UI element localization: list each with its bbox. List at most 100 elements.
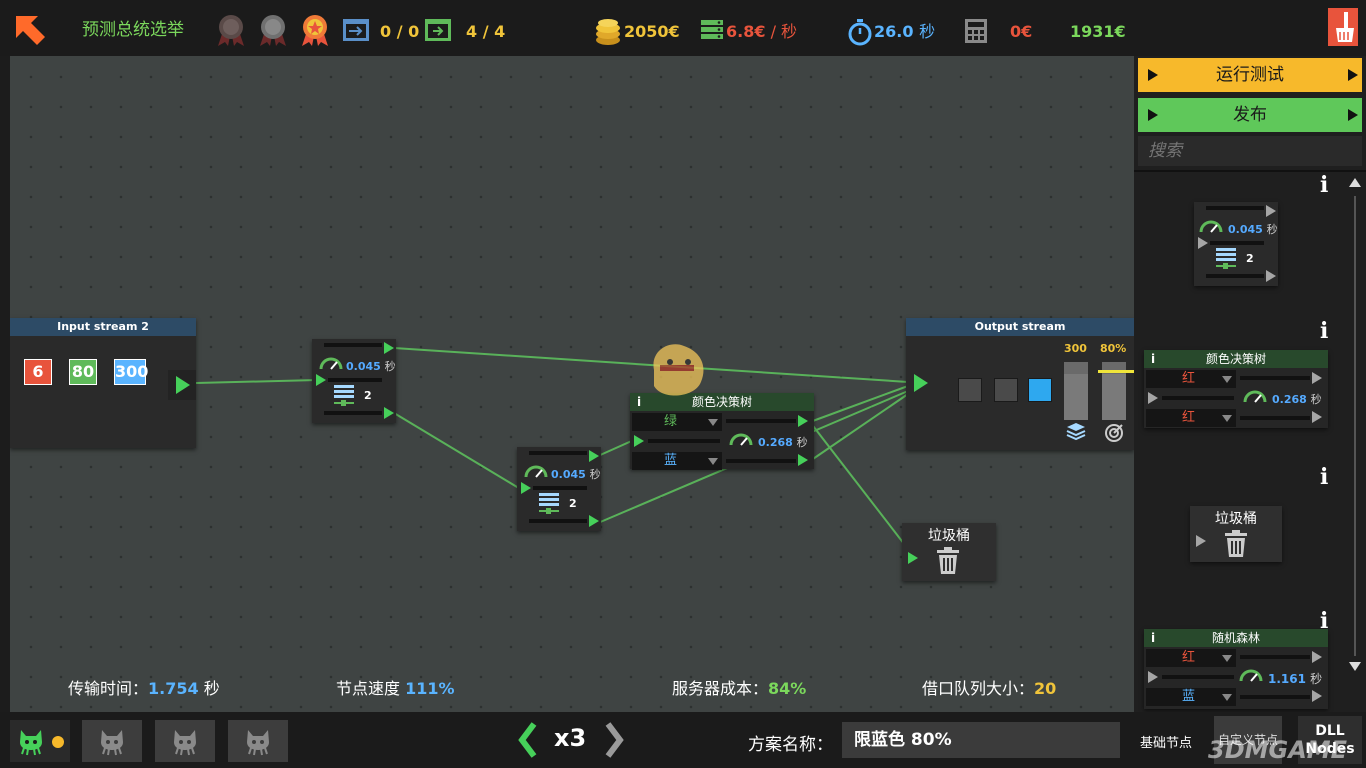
output-port[interactable] xyxy=(798,454,808,466)
capacity-meter-fill xyxy=(1064,373,1088,420)
input-value-green: 80 xyxy=(69,359,97,385)
chevron-right-icon xyxy=(605,722,624,758)
output-port[interactable] xyxy=(384,342,394,354)
input-port[interactable] xyxy=(521,482,531,494)
user-slot[interactable] xyxy=(228,720,288,762)
octocat-icon xyxy=(20,730,42,756)
output-port[interactable] xyxy=(176,376,190,394)
output-stream-node[interactable]: Output stream 300 80% xyxy=(906,318,1134,450)
queue-size-stat: 借口队列大小：20 xyxy=(922,679,1057,698)
time-value: 26.0 秒 xyxy=(874,22,936,41)
list-icon xyxy=(1216,248,1236,274)
output-slot-empty xyxy=(994,378,1018,402)
server-rate-icon xyxy=(700,18,724,46)
play-icon xyxy=(1148,69,1158,81)
calculator-icon xyxy=(964,18,988,48)
gauge-icon xyxy=(1198,218,1224,238)
output-port[interactable] xyxy=(798,415,808,427)
medal-gold-icon xyxy=(298,12,332,46)
library-item-trash[interactable]: 垃圾桶 xyxy=(1190,506,1282,562)
output-port[interactable] xyxy=(589,515,599,527)
bottom-bar: x3 方案名称： 限蓝色 80% 基础节点 自定义节点 DLL Nodes 3D… xyxy=(0,712,1366,768)
chevron-left-icon xyxy=(518,722,537,758)
trash-title: 垃圾桶 xyxy=(928,528,970,544)
accuracy-label: 80% xyxy=(1100,342,1127,355)
node-canvas[interactable]: Input stream 2 6 80 300 0.045 秒 2 0.045 … xyxy=(10,56,1134,712)
input-stream-node[interactable]: Input stream 2 6 80 300 xyxy=(10,318,196,448)
play-icon xyxy=(1348,69,1358,81)
broom-icon xyxy=(1336,12,1354,42)
decision-option-dropdown-1[interactable]: 绿 xyxy=(632,413,722,431)
transfer-time-stat: 传输时间：1.754 秒 xyxy=(68,679,220,698)
scheme-name-input[interactable]: 限蓝色 80% xyxy=(842,722,1120,758)
clear-broom-button[interactable] xyxy=(1328,8,1358,46)
octocat-icon xyxy=(174,730,196,756)
node-speed-stat: 节点速度 111% xyxy=(336,679,455,698)
octocat-icon xyxy=(101,730,123,756)
coins-icon xyxy=(594,16,622,50)
gauge-icon xyxy=(728,431,754,451)
info-icon[interactable]: i xyxy=(1320,318,1328,344)
exit-count: 4 / 4 xyxy=(466,22,506,41)
splitter-node-2[interactable]: 0.045 秒 2 xyxy=(517,447,601,531)
list-icon xyxy=(539,493,559,519)
server-cost-stat: 服务器成本：84% xyxy=(672,679,807,698)
layers-icon xyxy=(1066,422,1086,446)
cost-value: 0€ xyxy=(1010,22,1033,41)
item-dropdown: 红 xyxy=(1146,370,1236,388)
target-icon xyxy=(1104,422,1124,446)
status-dot xyxy=(52,736,64,748)
item-dropdown: 红 xyxy=(1146,649,1236,667)
user-slot[interactable] xyxy=(82,720,142,762)
library-scrollbar[interactable] xyxy=(1346,176,1364,708)
budget-value: 1931€ xyxy=(1070,22,1126,41)
output-port[interactable] xyxy=(384,407,394,419)
coins-value: 2050€ xyxy=(624,22,680,41)
input-value-red: 6 xyxy=(24,359,52,385)
exit-icon xyxy=(424,18,452,46)
gauge-icon xyxy=(318,355,344,375)
library-item-decision-tree[interactable]: i 颜色决策树 红 红 0.268 秒 xyxy=(1144,350,1328,428)
medal-bronze-icon xyxy=(214,12,248,46)
transfer-count: 0 / 0 xyxy=(380,22,420,41)
output-port[interactable] xyxy=(589,450,599,462)
user-slot-active[interactable] xyxy=(10,720,70,762)
item-dropdown: 红 xyxy=(1146,409,1236,427)
gauge-icon xyxy=(1238,667,1264,687)
library-item-random-forest[interactable]: i 随机森林 红 蓝 1.161 秒 xyxy=(1144,629,1328,709)
info-icon[interactable]: i xyxy=(1320,172,1328,198)
decision-option-dropdown-2[interactable]: 蓝 xyxy=(632,452,722,470)
chevron-down-icon xyxy=(708,458,718,465)
chevron-down-icon xyxy=(708,419,718,426)
trash-node[interactable]: 垃圾桶 xyxy=(902,523,996,581)
scroll-down-icon[interactable] xyxy=(1349,662,1361,671)
info-icon[interactable]: i xyxy=(1320,464,1328,490)
decision-speed: 0.268 秒 xyxy=(758,436,808,449)
splitter-count: 2 xyxy=(364,389,372,402)
run-test-button[interactable]: 运行测试 xyxy=(1138,58,1362,92)
transfer-icon xyxy=(342,18,370,46)
capacity-label: 300 xyxy=(1064,342,1087,355)
input-port[interactable] xyxy=(914,374,928,392)
trash-icon xyxy=(1224,530,1248,562)
splitter-speed: 0.045 秒 xyxy=(346,360,396,373)
input-port[interactable] xyxy=(634,435,644,447)
input-port[interactable] xyxy=(316,374,326,386)
publish-button[interactable]: 发布 xyxy=(1138,98,1362,132)
trash-icon xyxy=(936,547,960,579)
rate-value: 6.8€ / 秒 xyxy=(726,22,798,41)
watermark-text: 3DMGAME xyxy=(1208,736,1348,764)
search-input[interactable] xyxy=(1138,136,1362,166)
library-item-splitter[interactable]: 0.045 秒 2 xyxy=(1194,202,1278,286)
speed-increase-button[interactable] xyxy=(604,722,626,762)
splitter-node-1[interactable]: 0.045 秒 2 xyxy=(312,339,396,423)
scroll-up-icon[interactable] xyxy=(1349,178,1361,187)
speed-decrease-button[interactable] xyxy=(516,722,538,762)
back-arrow-icon[interactable] xyxy=(12,12,48,52)
medal-silver-icon xyxy=(256,12,290,46)
tab-basic-nodes[interactable]: 基础节点 xyxy=(1140,732,1192,751)
input-port[interactable] xyxy=(908,552,918,564)
input-stream-title: Input stream 2 xyxy=(10,318,196,336)
splitter-speed: 0.045 秒 xyxy=(551,468,601,481)
user-slot[interactable] xyxy=(155,720,215,762)
